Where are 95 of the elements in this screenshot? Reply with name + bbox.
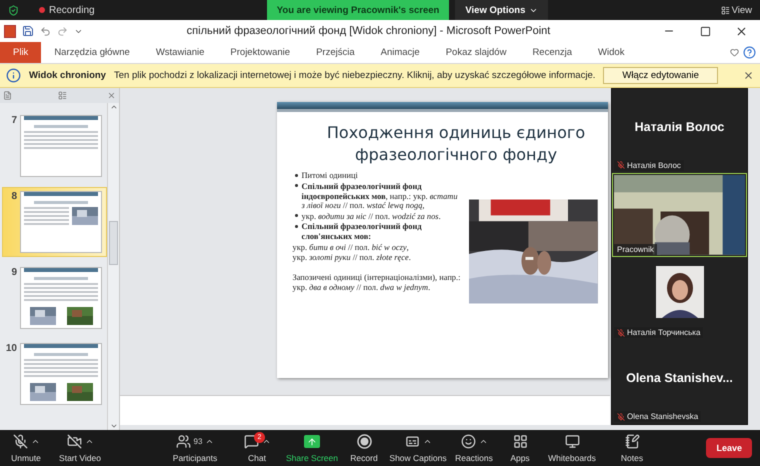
whiteboard-icon [564,434,580,449]
bullet-icon [294,174,298,177]
slides-tab-icon[interactable] [3,91,12,100]
slide-text: Спільний фразеологічний фонд слов'янських мов: [292,222,461,242]
toolbar-button[interactable]: Reactions [448,434,500,462]
ribbon-tab[interactable]: Wstawianie [142,42,218,63]
undo-icon[interactable] [40,26,51,36]
bullet-icon [294,214,298,218]
name-tag: Наталія Волос [627,160,681,170]
ribbon-tab[interactable]: Narzędzia główne [41,42,143,63]
notes-field[interactable] [120,395,610,425]
scroll-up-icon[interactable] [110,103,118,111]
leave-button[interactable]: Leave [706,438,752,458]
captions-icon [404,434,420,449]
protected-view-message: Ten plik pochodzi z lokalizacji internetowej i może być niebezpieczny. Kliknij, aby uzyskać szczegółowe informacje. [114,70,596,81]
info-shield-icon [6,68,21,83]
close-button[interactable] [743,70,754,81]
notes-icon [624,434,640,449]
caret-icon[interactable] [422,437,432,446]
thumbnail-item[interactable]: 9 [2,263,107,333]
toolbar-button[interactable]: Share Screen [284,434,340,462]
slide-text: укр. золоті руки // пол. złote ręce. [292,253,412,264]
toolbar-button[interactable]: Record [340,434,388,462]
view-options-button[interactable]: View Options [455,0,548,20]
slide-thumbnail[interactable] [20,115,102,177]
name-tag: Pracownik [617,244,654,254]
close-icon [743,70,754,81]
toolbar-button[interactable]: 93 Participants [160,434,230,462]
slide-number: 10 [5,343,17,354]
ribbon-tab[interactable]: Recenzja [519,42,586,63]
slide-text: укр. бити в очі // пол. bić w oczy, [292,242,410,252]
slide-thumbnail[interactable] [20,267,102,329]
slide-text: Питомі одиниці [292,171,461,181]
toolbar-button[interactable]: Whiteboards [540,434,604,462]
bullet-icon [294,184,298,188]
outline-tab-icon[interactable] [58,91,67,100]
viewing-banner: You are viewing Pracownik's screen [266,0,450,20]
caret-icon[interactable] [84,437,94,446]
slide-number: 7 [10,115,17,126]
slide-number: 9 [10,267,17,278]
toolbar-button[interactable]: Notes [604,434,660,462]
slide-text: укр. водити за ніс // пол. wodzić za nos. [292,212,461,222]
close-pane-icon[interactable] [107,91,116,100]
help-icon[interactable] [743,46,756,59]
caret-icon[interactable] [30,437,40,446]
name-tag: Olena Stanishevska [627,412,698,421]
view-button[interactable]: View [720,4,752,16]
maximize-icon [700,26,710,36]
slide-thumbnail[interactable] [20,343,102,405]
ribbon-tab[interactable]: Projektowanie [217,42,304,63]
recording-label: Recording [49,4,95,16]
toolbar-button[interactable]: Show Captions [388,434,448,462]
toolbar-button[interactable]: Unmute [4,434,48,462]
slide-title: Походження одиниць єдиного фразеологічного фонду [326,122,586,166]
bullet-icon [294,225,298,228]
slide-thumbnail[interactable] [20,191,102,253]
caret-icon[interactable] [478,437,488,446]
smiley-icon [460,434,476,449]
ribbon-tab[interactable]: Animacje [368,42,433,63]
thumbnail-item[interactable]: 7 [2,111,107,181]
app-logo-icon [4,24,16,38]
toolbar-button[interactable]: Apps [500,434,540,462]
scroll-thumb[interactable] [109,221,118,265]
protected-view-title: Widok chroniony [29,70,106,81]
participant-name: Наталія Волос [634,120,724,134]
name-tag: Наталія Торчинська [627,328,700,338]
enable-editing-button[interactable]: Włącz edytowanie [603,67,718,84]
ribbon-tab[interactable]: Pokaz slajdów [432,42,520,63]
thumbnail-item[interactable]: 8 [2,187,107,257]
heart-icon[interactable] [730,48,739,57]
ribbon-tab[interactable]: Widok [585,42,638,63]
save-icon[interactable] [22,25,34,37]
shield-icon [8,4,19,16]
record-icon [356,434,372,449]
toolbar-button[interactable]: Start Video [48,434,112,462]
apps-icon [512,434,528,449]
close-icon [734,24,748,38]
participant-name: Olena Stanishev... [626,371,733,386]
slide-text: Запозичені одиниці (інтернаціоналізми), напр.: укр. два в одному // пол. dwa w jednym. [292,273,461,292]
recording-dot-icon [39,7,45,13]
chat-icon [244,434,258,449]
ribbon-tab[interactable]: Przejścia [303,42,368,63]
caret-icon[interactable] [205,437,214,446]
window-title: спільний фразеологічний фонд [Widok chroniony] - Microsoft PowerPoint [186,25,552,37]
muted-mic-icon [12,434,28,449]
thumbnail-item[interactable]: 10 [2,339,107,409]
slide-number: 8 [10,191,17,202]
share-screen-icon [304,435,320,448]
ribbon-tab[interactable]: Plik [0,42,42,63]
caret-icon[interactable] [262,437,270,446]
participant-count: 93 [194,437,202,446]
grid-view-icon [720,6,730,14]
scroll-down-icon[interactable] [110,422,118,430]
video-off-icon [66,434,82,449]
participants-icon [176,434,191,449]
